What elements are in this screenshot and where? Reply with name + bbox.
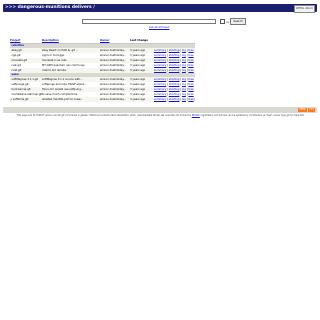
title-separator: /: [93, 5, 95, 11]
project-shortlog-link[interactable]: shortlog: [169, 88, 180, 91]
project-name[interactable]: cgp.git: [12, 54, 21, 57]
project-links: summary | shortlog | log | tree: [154, 67, 195, 73]
project-shortlog-link[interactable]: shortlog: [169, 93, 180, 96]
project-tree-link[interactable]: tree: [188, 93, 193, 96]
opml-atom-button[interactable]: OPML Atom: [294, 5, 315, 13]
project-summary-link[interactable]: summary: [154, 69, 166, 72]
project-shortlog-link[interactable]: shortlog: [169, 49, 180, 52]
project-links: summary | shortlog | log | tree: [154, 57, 195, 63]
project-summary-link[interactable]: summary: [154, 83, 166, 86]
notice-link[interactable]: Mirdam: [192, 114, 200, 117]
forks-marker[interactable]: +: [10, 98, 12, 101]
footer-bar: OPML TXT: [3, 107, 317, 113]
project-summary-link[interactable]: summary: [154, 78, 166, 81]
project-name[interactable]: rust.git: [12, 64, 21, 67]
footer-buttons: OPML TXT: [298, 108, 315, 112]
project-links: summary | shortlog | log | tree | forks: [154, 96, 195, 102]
notice-text-before: This page and its STMLIT version and all…: [16, 113, 192, 117]
site-title: >>> dangerous-munitions delivers /: [5, 5, 95, 10]
project-summary-link[interactable]: summary: [154, 49, 166, 52]
project-owner: winner dustinkday...: [100, 96, 130, 102]
list-archived-link[interactable]: List all archived: [149, 26, 169, 29]
project-name[interactable]: softpungs.git: [12, 83, 29, 86]
link-separator: |: [194, 97, 195, 101]
project-tree-link[interactable]: tree: [188, 78, 193, 81]
project-last-change: 3 years ago: [130, 96, 154, 102]
project-name[interactable]: softMagnas-3.1.1.git: [12, 78, 39, 81]
project-links: summary | shortlog | log | tree: [154, 62, 195, 68]
project-name[interactable]: monzeta.git: [12, 59, 28, 62]
project-shortlog-link[interactable]: shortlog: [169, 64, 180, 67]
footer-notice: This page and its STMLIT version and all…: [4, 113, 317, 118]
project-tree-link[interactable]: tree: [188, 88, 193, 91]
project-shortlog-link[interactable]: shortlog: [169, 83, 180, 86]
project-links: summary | shortlog | log | tree: [154, 47, 195, 53]
title-prefix: >>>: [5, 5, 17, 11]
project-description[interactable]: isolated mkvdlts port to cowe...: [42, 96, 100, 102]
project-name[interactable]: softlords.git: [13, 98, 28, 101]
notice-text-after: registration and policies can be updated…: [200, 113, 305, 117]
project-shortlog-link[interactable]: shortlog: [169, 69, 180, 72]
project-summary-link[interactable]: summary: [154, 64, 166, 67]
project-tree-link[interactable]: tree: [188, 64, 193, 67]
project-links: summary | shortlog | log | tree: [154, 52, 195, 58]
project-name[interactable]: rolst.git: [12, 69, 22, 72]
header-bar: >>> dangerous-munitions delivers / OPML …: [3, 4, 317, 13]
regex-checkbox[interactable]: [219, 19, 225, 24]
project-shortlog-link[interactable]: shortlog: [169, 78, 180, 81]
project-name[interactable]: mortalkane-starmup.git: [12, 93, 43, 96]
site-link[interactable]: dangerous-munitions delivers: [18, 5, 92, 10]
project-summary-link[interactable]: summary: [154, 88, 166, 91]
project-summary-link[interactable]: summary: [154, 93, 166, 96]
project-shortlog-link[interactable]: shortlog: [169, 54, 180, 57]
regex-label: re: [226, 19, 229, 24]
search-input[interactable]: [82, 18, 216, 25]
project-name[interactable]: ebay.git: [12, 49, 22, 52]
table-body: rakefiles ebay.git ebay React on HAD & .gi…: [10, 43, 195, 102]
project-tree-link[interactable]: tree: [188, 69, 193, 72]
project-tree-link[interactable]: tree: [188, 83, 193, 86]
project-summary-link[interactable]: summary: [154, 59, 166, 62]
project-tree-link[interactable]: tree: [188, 59, 193, 62]
project-summary-link[interactable]: summary: [154, 54, 166, 57]
footer-txt-button[interactable]: TXT: [308, 108, 315, 112]
search-button[interactable]: Search: [230, 18, 246, 25]
project-shortlog-link[interactable]: shortlog: [169, 59, 180, 62]
project-summary-link[interactable]: summary: [154, 98, 166, 101]
project-shortlog-link[interactable]: shortlog: [169, 98, 180, 101]
search-form: re Search: [82, 18, 246, 25]
project-table: Project Description Owner Last Change ra…: [10, 38, 195, 102]
project-name-link[interactable]: +softlords.git: [10, 96, 42, 102]
table-row: +softlords.git isolated mkvdlts port to c…: [10, 96, 195, 102]
project-tree-link[interactable]: tree: [188, 54, 193, 57]
footer-opml-button[interactable]: OPML: [298, 108, 308, 112]
project-name[interactable]: boot-kernel.git: [12, 88, 31, 91]
project-tree-link[interactable]: tree: [188, 49, 193, 52]
